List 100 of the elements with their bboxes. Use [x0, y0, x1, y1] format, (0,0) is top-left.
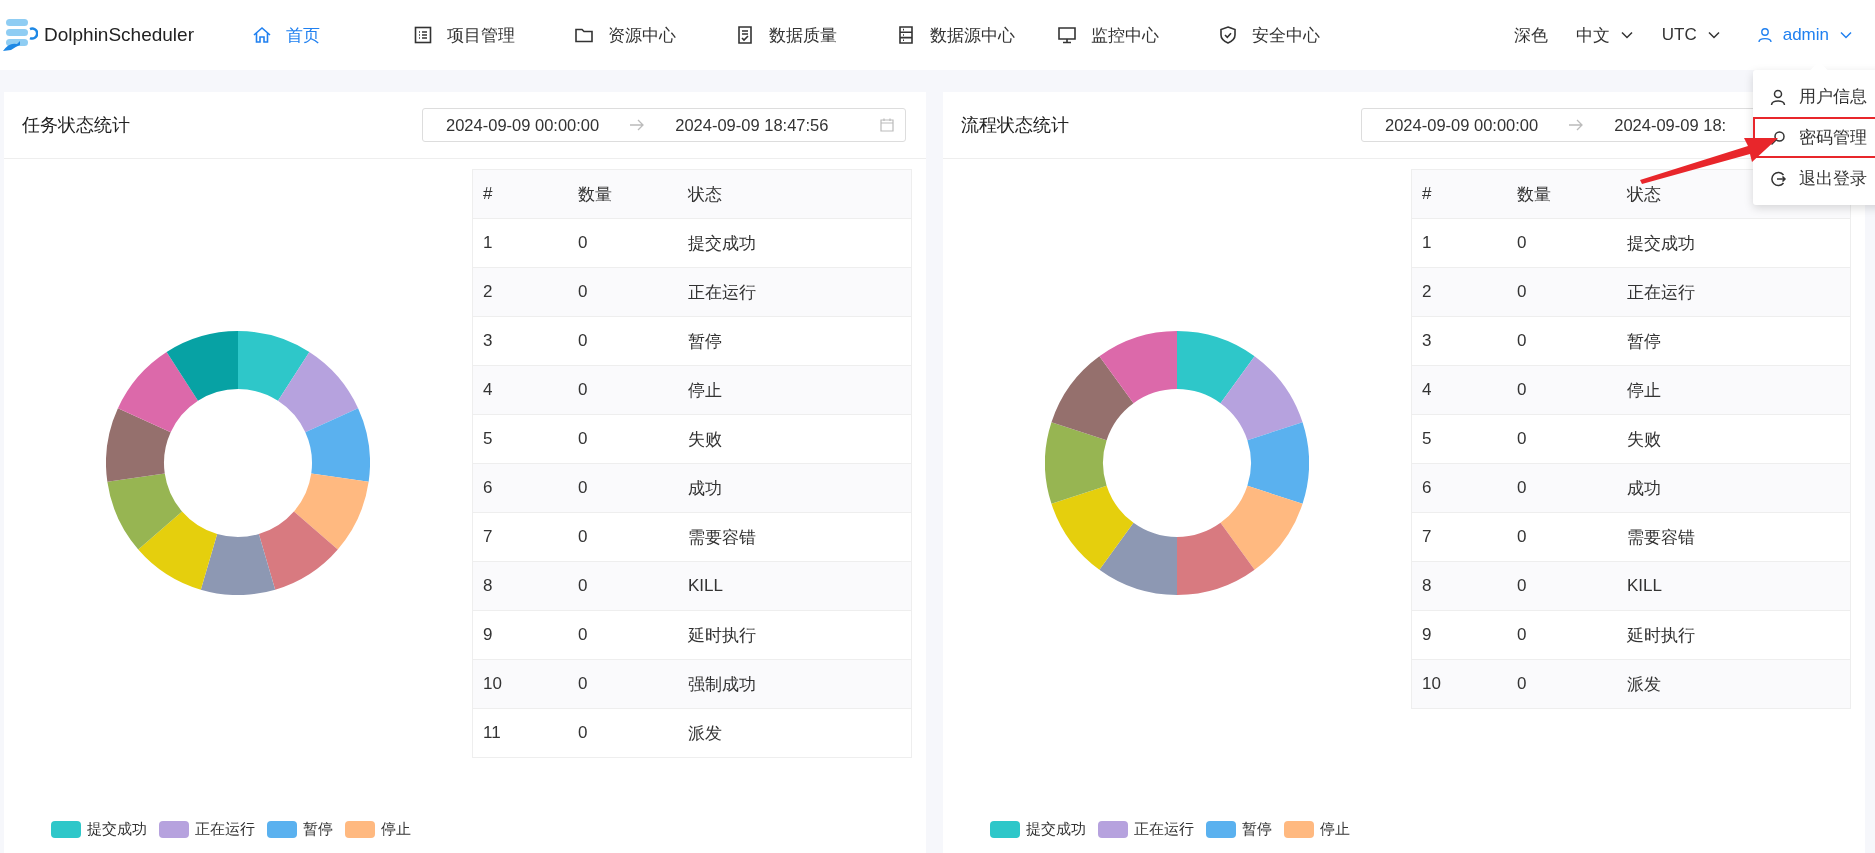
legend-label[interactable]: 暂停 [303, 820, 333, 839]
table-cell: 6 [472, 463, 568, 513]
table-cell: 正在运行 [678, 267, 912, 317]
table-cell: 2 [472, 267, 568, 317]
table-cell: 0 [1507, 610, 1617, 660]
nav-tab[interactable]: 监控中心 [1057, 23, 1218, 47]
table-cell: 8 [472, 561, 568, 611]
end-date: 2024-09-09 18: [1614, 115, 1727, 135]
table-cell: 2 [1411, 267, 1507, 317]
legend-swatch[interactable] [1098, 821, 1128, 838]
table-cell: 9 [472, 610, 568, 660]
nav-tab[interactable]: 数据质量 [735, 23, 896, 47]
nav-tab[interactable]: 首页 [252, 23, 413, 47]
table-cell: 0 [1507, 414, 1617, 464]
table-cell: 派发 [678, 708, 912, 758]
table-cell: 失败 [678, 414, 912, 464]
nav-tab[interactable]: 资源中心 [574, 23, 735, 47]
table-cell: 成功 [1617, 463, 1851, 513]
nav-tab[interactable]: 项目管理 [413, 23, 574, 47]
legend-label[interactable]: 正在运行 [1134, 820, 1194, 839]
nav-tab[interactable]: 数据源中心 [896, 23, 1057, 47]
nav-tab[interactable]: 安全中心 [1218, 23, 1379, 47]
magnifier-icon [1769, 128, 1787, 147]
legend-label[interactable]: 提交成功 [87, 820, 147, 839]
legend-swatch[interactable] [345, 821, 375, 838]
language-select[interactable]: 中文 [1575, 23, 1634, 47]
table-cell: 4 [1411, 365, 1507, 415]
column-header: 数量 [1507, 169, 1617, 219]
table-cell: 5 [1411, 414, 1507, 464]
table-cell: 0 [1507, 659, 1617, 709]
table-cell: 0 [568, 610, 678, 660]
table-cell: 成功 [678, 463, 912, 513]
table-cell: 8 [1411, 561, 1507, 611]
document-icon [735, 25, 755, 45]
table-cell: 0 [568, 316, 678, 366]
column-header: # [472, 169, 568, 219]
user-icon [1756, 27, 1773, 43]
table-cell: KILL [678, 561, 912, 611]
timezone-select[interactable]: UTC [1661, 25, 1721, 45]
table-cell: 0 [568, 267, 678, 317]
table-cell: 10 [1411, 659, 1507, 709]
legend-label[interactable]: 正在运行 [195, 820, 255, 839]
theme-toggle[interactable]: 深色 [1513, 23, 1548, 47]
table-cell: 0 [1507, 316, 1617, 366]
user-icon [1769, 87, 1787, 106]
table-cell: 提交成功 [678, 218, 912, 268]
start-date: 2024-09-09 00:00:00 [1385, 115, 1539, 135]
shield-icon [1218, 25, 1238, 45]
table-cell: 暂停 [678, 316, 912, 366]
table-cell: 5 [472, 414, 568, 464]
table-cell: 1 [1411, 218, 1507, 268]
table-cell: 0 [568, 708, 678, 758]
column-header: 状态 [678, 169, 912, 219]
table-cell: 4 [472, 365, 568, 415]
legend-label[interactable]: 停止 [381, 820, 411, 839]
table-cell: 需要容错 [1617, 512, 1851, 562]
legend-swatch[interactable] [51, 821, 81, 838]
logout-icon [1769, 169, 1787, 188]
logo-text: DolphinScheduler [44, 24, 194, 46]
table-cell: 提交成功 [1617, 218, 1851, 268]
legend-label[interactable]: 提交成功 [1026, 820, 1086, 839]
table-cell: 需要容错 [678, 512, 912, 562]
column-header: # [1411, 169, 1507, 219]
table-cell: 7 [472, 512, 568, 562]
date-range-picker[interactable]: 2024-09-09 00:00:00 2024-09-09 18:47:56 [422, 108, 906, 142]
table-cell: 0 [568, 414, 678, 464]
table-cell: 暂停 [1617, 316, 1851, 366]
legend-label[interactable]: 停止 [1320, 820, 1350, 839]
table-cell: KILL [1617, 561, 1851, 611]
start-date: 2024-09-09 00:00:00 [446, 115, 600, 135]
legend-swatch[interactable] [267, 821, 297, 838]
table-cell: 失败 [1617, 414, 1851, 464]
table-cell: 7 [1411, 512, 1507, 562]
home-icon [252, 25, 272, 45]
table-cell: 6 [1411, 463, 1507, 513]
table-cell: 0 [1507, 267, 1617, 317]
table-cell: 强制成功 [678, 659, 912, 709]
legend-swatch[interactable] [1284, 821, 1314, 838]
legend-swatch[interactable] [1206, 821, 1236, 838]
server-icon [896, 25, 916, 45]
table-cell: 10 [472, 659, 568, 709]
table-cell: 0 [1507, 463, 1617, 513]
table-cell: 正在运行 [1617, 267, 1851, 317]
table-cell: 0 [568, 659, 678, 709]
table-cell: 0 [1507, 561, 1617, 611]
table-cell: 0 [1507, 365, 1617, 415]
card-title: 流程状态统计 [961, 114, 1069, 137]
table-cell: 停止 [1617, 365, 1851, 415]
end-date: 2024-09-09 18:47:56 [675, 115, 829, 135]
table-cell: 派发 [1617, 659, 1851, 709]
legend-label[interactable]: 暂停 [1242, 820, 1272, 839]
table-cell: 3 [472, 316, 568, 366]
table-cell: 11 [472, 708, 568, 758]
legend-swatch[interactable] [990, 821, 1020, 838]
column-header: 数量 [568, 169, 678, 219]
table-cell: 延时执行 [1617, 610, 1851, 660]
legend-swatch[interactable] [159, 821, 189, 838]
user-menu-button[interactable]: admin [1756, 25, 1853, 45]
table-cell: 停止 [678, 365, 912, 415]
table-cell: 3 [1411, 316, 1507, 366]
